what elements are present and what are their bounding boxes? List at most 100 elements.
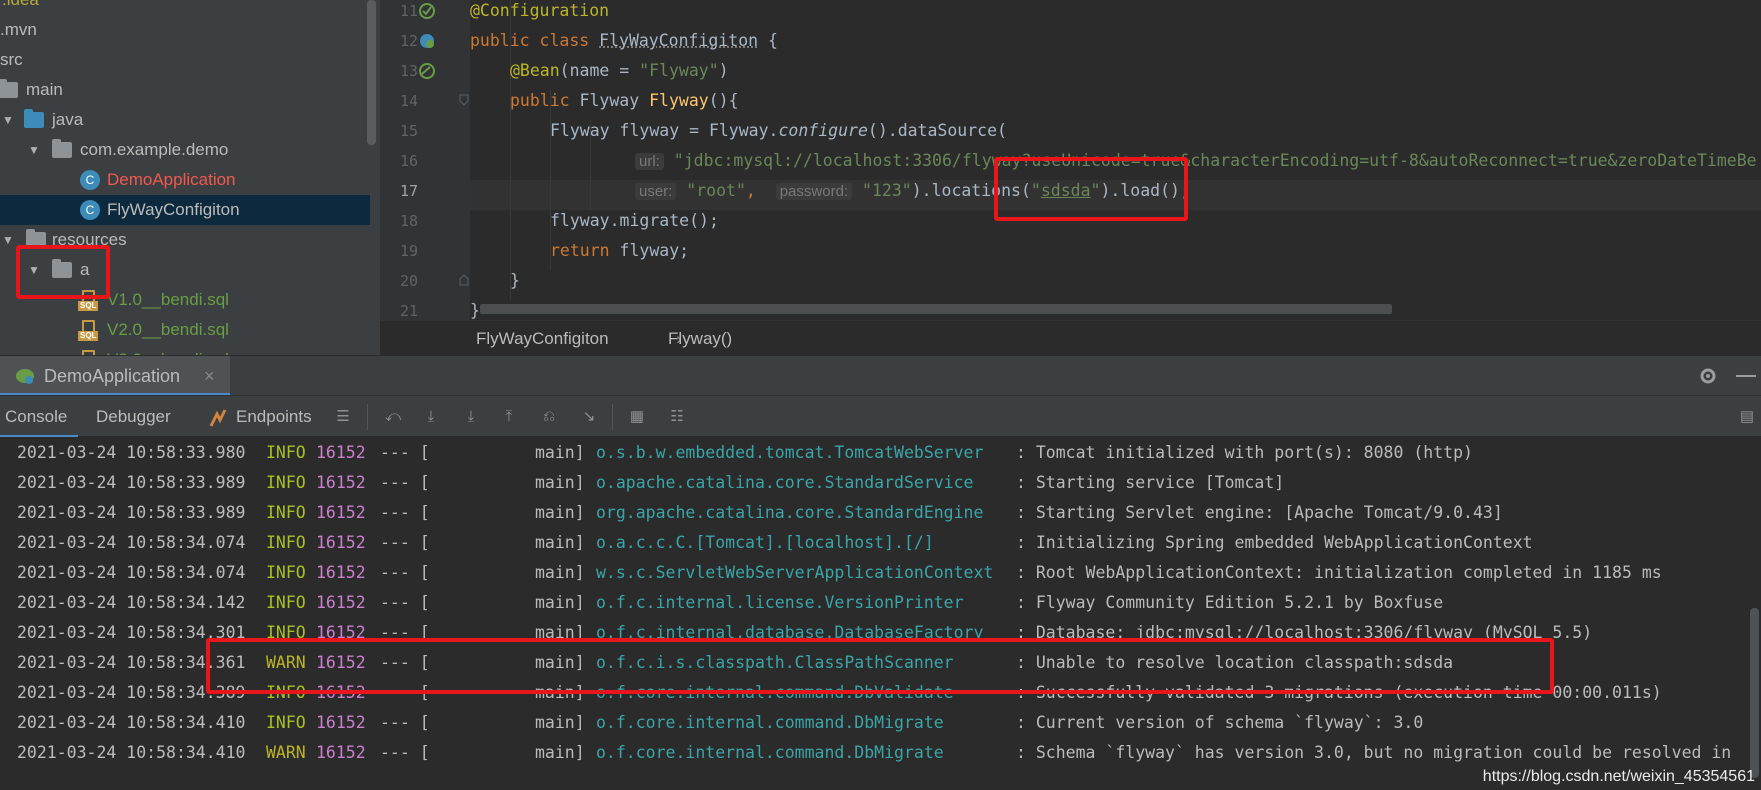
line-number: 15: [399, 122, 418, 140]
tree-item-main[interactable]: main: [0, 75, 370, 105]
highlight-box: [994, 157, 1188, 221]
tree-item-label: V2.0__bendi.sql: [107, 320, 229, 339]
code-line-20: }: [510, 271, 520, 290]
log-ts: 2021-03-24 10:58:34.410: [17, 743, 246, 762]
log-ts: 2021-03-24 10:58:34.410: [17, 713, 246, 732]
trace-icon[interactable]: ☷: [668, 409, 686, 424]
tree-item-idea[interactable]: .idea: [0, 0, 370, 15]
log-thread: main]: [535, 473, 585, 492]
tab-debugger[interactable]: Debugger: [96, 396, 171, 438]
bean-navigate-icon[interactable]: [418, 62, 436, 80]
log-thread: main]: [535, 743, 585, 762]
tree-item-label: .mvn: [0, 20, 37, 39]
tree-item-label: java: [52, 110, 84, 129]
drop-frame-icon[interactable]: ⎌: [540, 409, 558, 424]
tab-console[interactable]: Console: [0, 396, 78, 438]
tree-item-v3-sql[interactable]: SQL V3.0__bendi.sql: [0, 345, 370, 355]
log-level: INFO: [266, 593, 306, 612]
gear-icon[interactable]: [1698, 366, 1718, 386]
editor-gutter: 11 12 13 14 15 16 17 18 19 20 21: [380, 0, 470, 320]
tree-item-label: V3.0__bendi.sql: [107, 345, 229, 355]
log-sep: --- [: [380, 563, 430, 582]
watermark: https://blog.csdn.net/weixin_45354561: [1482, 768, 1755, 785]
log-sep: --- [: [380, 533, 430, 552]
tree-item-demoapplication[interactable]: C DemoApplication: [0, 165, 370, 195]
line-number: 19: [399, 242, 418, 260]
tree-item-label: V1.0__bendi.sql: [107, 290, 229, 309]
fold-marker-icon[interactable]: [459, 274, 469, 286]
log-line: 2021-03-24 10:58:33.989 INFO 16152 --- [mai…: [0, 498, 1761, 528]
folder-icon: [0, 79, 18, 98]
highlight-box: [16, 245, 110, 299]
log-logger[interactable]: o.s.b.w.embedded.tomcat.TomcatWebServer: [596, 438, 983, 468]
editor-horizontal-scrollbar[interactable]: [480, 304, 1392, 314]
log-pid: 16152: [316, 443, 366, 462]
tree-item-java[interactable]: ▼ java: [0, 105, 370, 135]
log-logger[interactable]: o.a.c.c.C.[Tomcat].[localhost].[/]: [596, 528, 934, 558]
expand-arrow-icon[interactable]: ▼: [28, 135, 40, 165]
log-thread: main]: [535, 503, 585, 522]
menu-icon[interactable]: ☰: [334, 409, 352, 424]
log-pid: 16152: [316, 503, 366, 522]
log-logger[interactable]: org.apache.catalina.core.StandardEngine: [596, 498, 983, 528]
log-msg: : Flyway Community Edition 5.2.1 by Boxf…: [1016, 593, 1444, 612]
run-to-cursor-icon[interactable]: ↘: [580, 409, 598, 424]
spring-run-icon: [16, 369, 34, 384]
log-level: INFO: [266, 503, 306, 522]
console-output[interactable]: 2021-03-24 10:58:33.980 INFO 16152 --- [ mai…: [0, 437, 1761, 790]
evaluate-icon[interactable]: ▦: [628, 409, 646, 424]
param-hint: user:: [635, 183, 677, 200]
console-scrollbar[interactable]: [1750, 608, 1759, 778]
tree-item-label: FlyWayConfigiton: [107, 200, 240, 219]
spring-config-icon[interactable]: [418, 2, 436, 20]
log-msg: : Initializing Spring embedded WebApplic…: [1016, 533, 1533, 552]
log-logger[interactable]: w.s.c.ServletWebServerApplicationContext: [596, 558, 993, 588]
fold-marker-icon[interactable]: [459, 94, 469, 106]
log-msg: : Current version of schema `flyway`: 3.…: [1016, 713, 1424, 732]
log-ts: 2021-03-24 10:58:33.980: [17, 443, 246, 462]
tree-item-src[interactable]: src: [0, 45, 370, 75]
log-level: INFO: [266, 713, 306, 732]
log-line: 2021-03-24 10:58:34.410 WARN 16152 --- [mai…: [0, 738, 1761, 768]
code-line-12: public class FlyWayConfigiton {: [470, 31, 778, 50]
tree-item-label: DemoApplication: [107, 170, 236, 189]
log-line: 2021-03-24 10:58:34.074 INFO 16152 --- [mai…: [0, 528, 1761, 558]
step-out-icon[interactable]: ⤒: [500, 409, 518, 424]
param-hint: password:: [775, 183, 853, 200]
tree-item-v2-sql[interactable]: SQL V2.0__bendi.sql: [0, 315, 370, 345]
log-logger[interactable]: o.f.core.internal.command.DbMigrate: [596, 708, 944, 738]
expand-arrow-icon[interactable]: ▼: [2, 225, 14, 255]
step-over-icon[interactable]: ⤓: [422, 409, 440, 424]
spring-bean-icon[interactable]: [418, 32, 436, 50]
layout-icon[interactable]: ▤: [1738, 409, 1756, 424]
run-tab-demoapplication[interactable]: DemoApplication ×: [0, 356, 230, 396]
param-hint: url:: [635, 153, 664, 170]
code-line-16: url: "jdbc:mysql://localhost:3306/flyway…: [635, 150, 1757, 180]
log-ts: 2021-03-24 10:58:34.074: [17, 563, 246, 582]
log-sep: --- [: [380, 593, 430, 612]
tree-item-flywayconfigiton[interactable]: C FlyWayConfigiton: [0, 195, 370, 225]
log-line: 2021-03-24 10:58:34.142 INFO 16152 --- [mai…: [0, 588, 1761, 618]
breadcrumb-class[interactable]: FlyWayConfigiton: [476, 321, 609, 356]
step-into-icon[interactable]: ⤓: [462, 409, 480, 424]
log-line: 2021-03-24 10:58:33.989 INFO 16152 --- [mai…: [0, 468, 1761, 498]
breadcrumb-method[interactable]: Flyway(): [668, 321, 732, 356]
tab-endpoints[interactable]: Endpoints: [236, 396, 312, 438]
endpoints-icon: [209, 409, 227, 427]
tree-scrollbar[interactable]: [367, 0, 376, 145]
log-pid: 16152: [316, 743, 366, 762]
package-icon: [52, 139, 72, 158]
line-number: 20: [399, 272, 418, 290]
code-line-18: flyway.migrate();: [550, 211, 719, 230]
expand-arrow-icon[interactable]: ▼: [2, 105, 14, 135]
log-logger[interactable]: o.f.c.internal.license.VersionPrinter: [596, 588, 964, 618]
show-execution-point-icon[interactable]: ⤺: [384, 409, 402, 424]
close-icon[interactable]: ×: [204, 356, 215, 396]
minimize-icon[interactable]: [1736, 375, 1756, 377]
log-logger[interactable]: o.f.core.internal.command.DbMigrate: [596, 738, 944, 768]
log-logger[interactable]: o.apache.catalina.core.StandardService: [596, 468, 974, 498]
tree-item-package[interactable]: ▼ com.example.demo: [0, 135, 370, 165]
tree-item-mvn[interactable]: .mvn: [0, 15, 370, 45]
log-msg: : Root WebApplicationContext: initializa…: [1016, 563, 1662, 582]
spring-class-icon: C: [80, 170, 100, 190]
